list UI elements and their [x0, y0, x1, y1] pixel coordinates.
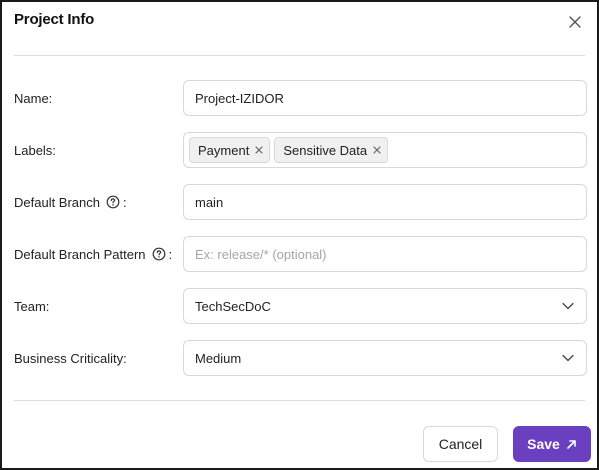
labels-input[interactable]: Payment Sensitive Data — [183, 132, 587, 168]
labels-row: Labels: Payment Sensitive Data — [14, 132, 587, 168]
team-select-value: TechSecDoC — [195, 298, 271, 314]
team-select[interactable]: TechSecDoC — [183, 288, 587, 324]
default-branch-label-group: Default Branch : — [14, 184, 127, 220]
arrow-up-right-icon — [567, 439, 576, 449]
close-icon — [569, 16, 581, 28]
header-divider — [14, 55, 585, 56]
remove-tag-button[interactable] — [254, 145, 264, 155]
cancel-button-label: Cancel — [438, 436, 483, 452]
default-branch-pattern-input[interactable] — [195, 246, 575, 262]
footer-divider — [14, 400, 585, 401]
close-icon — [373, 146, 381, 154]
default-branch-field-container — [183, 184, 587, 220]
chevron-down-icon — [562, 354, 574, 362]
labels-label: Labels: — [14, 142, 56, 158]
business-criticality-row: Business Criticality: Medium — [14, 340, 587, 376]
label-tag-text: Payment — [198, 142, 250, 158]
default-branch-pattern-row: Default Branch Pattern : — [14, 236, 587, 272]
business-criticality-select-value: Medium — [195, 350, 242, 366]
help-circle-icon[interactable] — [106, 195, 120, 209]
close-icon — [255, 146, 263, 154]
cancel-button[interactable]: Cancel — [423, 426, 498, 462]
label-tag: Sensitive Data — [274, 137, 389, 163]
team-row: Team: TechSecDoC — [14, 288, 587, 324]
label-tag-text: Sensitive Data — [283, 142, 368, 158]
default-branch-pattern-field-container — [183, 236, 587, 272]
default-branch-input[interactable] — [195, 194, 575, 210]
label-tag: Payment — [189, 137, 271, 163]
default-branch-pattern-label-group: Default Branch Pattern : — [14, 236, 172, 272]
close-button[interactable] — [567, 14, 583, 30]
name-field-container — [183, 80, 587, 116]
colon: : — [123, 194, 127, 210]
help-circle-icon[interactable] — [152, 247, 166, 261]
colon: : — [168, 246, 173, 262]
chevron-down-icon — [562, 302, 574, 310]
default-branch-pattern-label: Default Branch Pattern — [14, 246, 146, 262]
name-row: Name: — [14, 80, 587, 116]
default-branch-label: Default Branch — [14, 194, 100, 210]
default-branch-row: Default Branch : — [14, 184, 587, 220]
name-label: Name: — [14, 90, 53, 106]
project-info-dialog: Project Info Name: Labels: Payment — [0, 0, 599, 470]
dialog-title: Project Info — [14, 11, 95, 28]
dialog-header: Project Info — [14, 10, 585, 40]
save-button[interactable]: Save — [513, 426, 591, 462]
remove-tag-button[interactable] — [372, 145, 382, 155]
business-criticality-select[interactable]: Medium — [183, 340, 587, 376]
business-criticality-label: Business Criticality: — [14, 350, 127, 366]
name-input[interactable] — [195, 90, 575, 106]
save-button-label: Save — [527, 436, 560, 452]
team-label: Team: — [14, 298, 50, 314]
